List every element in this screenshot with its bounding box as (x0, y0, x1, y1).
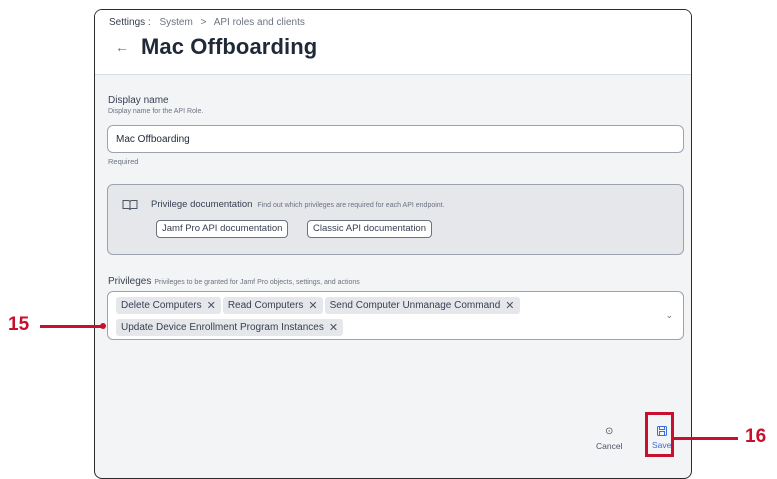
privileges-subtitle: Privileges to be granted for Jamf Pro ob… (154, 279, 360, 286)
cancel-button[interactable]: ⊙ Cancel (596, 426, 622, 451)
privilege-chip-label: Delete Computers (121, 300, 202, 311)
remove-chip-icon[interactable]: ✕ (207, 299, 216, 312)
display-name-hint: Display name for the API Role. (108, 108, 204, 115)
app-window: Settings : System > API roles and client… (94, 9, 692, 479)
chevron-down-icon[interactable]: ⌄ (665, 310, 673, 321)
privilege-documentation-heading: Privilege documentation (151, 199, 253, 210)
callout-line-16 (674, 437, 738, 440)
remove-chip-icon[interactable]: ✕ (505, 299, 514, 312)
remove-chip-icon[interactable]: ✕ (308, 299, 317, 312)
privilege-chip-label: Read Computers (227, 300, 304, 311)
privilege-documentation-panel: Privilege documentation Find out which pr… (107, 184, 684, 255)
privileges-label-row: Privileges Privileges to be granted for J… (108, 276, 360, 287)
callout-dot-15 (100, 323, 106, 329)
callout-number-15: 15 (8, 314, 30, 335)
privileges-label: Privileges (108, 276, 152, 287)
breadcrumb-system[interactable]: System (159, 17, 192, 28)
breadcrumb-api-roles[interactable]: API roles and clients (214, 17, 305, 28)
title-row: ← Mac Offboarding (115, 34, 317, 60)
required-text: Required (108, 157, 139, 166)
save-highlight-box (645, 412, 674, 457)
cancel-label: Cancel (596, 441, 623, 451)
privilege-documentation-subtitle: Find out which privileges are required f… (257, 202, 445, 209)
callout-line-15 (40, 325, 102, 328)
page-title: Mac Offboarding (141, 34, 318, 59)
cancel-circle-icon: ⊙ (605, 426, 614, 437)
display-name-input[interactable] (107, 125, 684, 153)
callout-number-16: 16 (745, 426, 767, 447)
privileges-multiselect[interactable]: Delete Computers ✕ Read Computers ✕ Send Com… (107, 291, 684, 340)
privilege-chip-label: Update Device Enrollment Program Instanc… (121, 322, 324, 333)
privilege-chip-label: Send Computer Unmanage Command (329, 300, 501, 311)
book-icon (122, 200, 138, 211)
privilege-chip: Send Computer Unmanage Command ✕ (324, 297, 520, 314)
privilege-chip: Delete Computers ✕ (116, 297, 221, 314)
privilege-chip: Read Computers ✕ (222, 297, 323, 314)
breadcrumb-root[interactable]: Settings : (109, 17, 151, 28)
arrow-left-icon[interactable]: ← (115, 39, 129, 55)
classic-api-docs-button[interactable]: Classic API documentation (307, 220, 433, 238)
privilege-chips: Delete Computers ✕ Read Computers ✕ Send Com… (116, 295, 636, 339)
jamf-pro-api-docs-button[interactable]: Jamf Pro API documentation (156, 220, 289, 238)
privilege-chip: Update Device Enrollment Program Instanc… (116, 319, 344, 336)
remove-chip-icon[interactable]: ✕ (329, 321, 338, 334)
breadcrumb: Settings : System > API roles and client… (109, 17, 305, 28)
display-name-label: Display name (108, 95, 169, 106)
page-header: Settings : System > API roles and client… (95, 10, 691, 75)
privilege-documentation-title: Privilege documentation Find out which pr… (151, 199, 445, 210)
breadcrumb-separator: > (200, 17, 207, 28)
